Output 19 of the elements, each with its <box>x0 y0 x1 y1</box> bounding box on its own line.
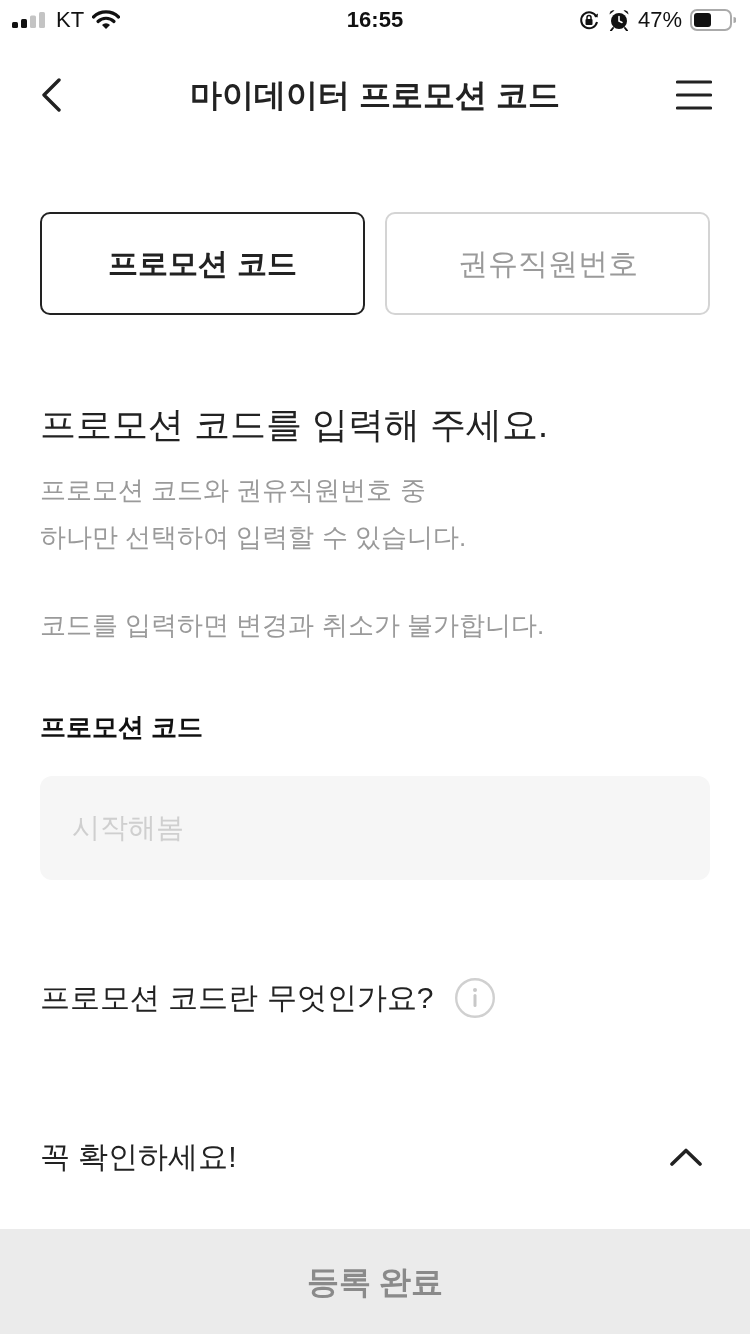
clock-time: 16:55 <box>346 7 404 33</box>
wifi-icon <box>92 10 121 30</box>
signal-icon <box>12 12 46 28</box>
carrier-name: KT <box>56 7 85 33</box>
field-label: 프로모션 코드 <box>40 711 205 744</box>
battery-percent: 47% <box>637 7 682 33</box>
back-icon[interactable] <box>40 78 62 112</box>
page-title: 마이데이터 프로모션 코드 <box>190 76 560 115</box>
tab[interactable]: 프로모션 코드 <box>40 212 365 315</box>
collapse-chevron-icon[interactable] <box>670 1148 702 1166</box>
menu-icon[interactable] <box>676 80 712 110</box>
rotation-lock-icon <box>577 9 600 31</box>
info-link[interactable]: 프로모션 코드란 무엇인가요? <box>40 978 434 1018</box>
notice-title: 꼭 확인하세요! <box>40 1139 237 1175</box>
description-text: 코드를 입력하면 변경과 취소가 불가합니다. <box>40 609 546 642</box>
section-heading: 프로모션 코드를 입력해 주세요. <box>40 403 549 447</box>
description-text: 프로모션 코드와 권유직원번호 중 하나만 선택하여 입력할 수 있습니다. <box>40 474 468 554</box>
battery-icon <box>690 9 736 31</box>
alarm-clock-icon <box>607 9 630 31</box>
